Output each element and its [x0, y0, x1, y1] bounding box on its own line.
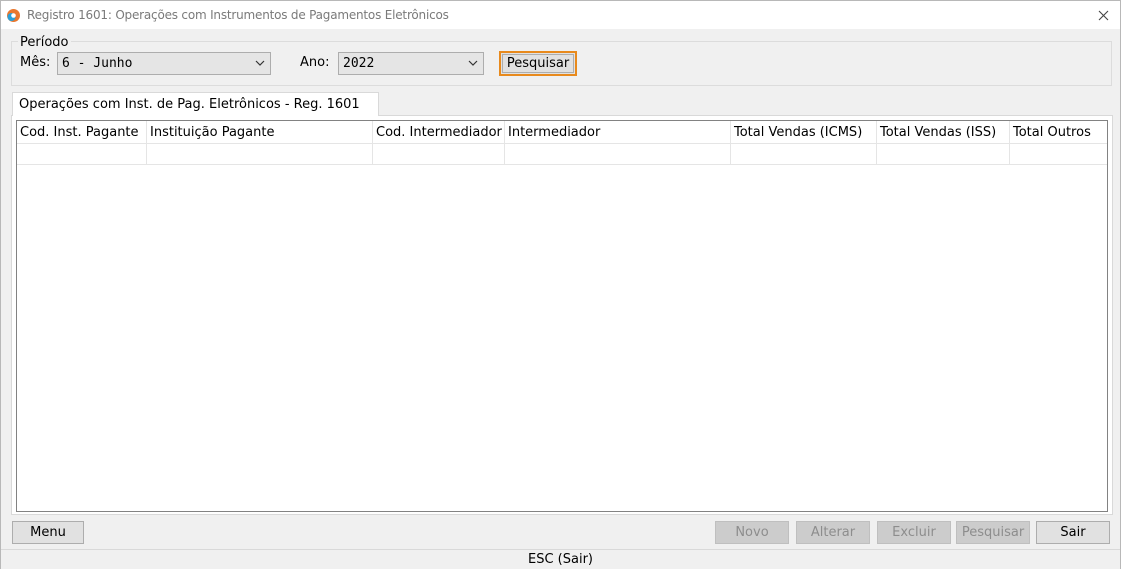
ano-label: Ano:: [300, 55, 330, 70]
excluir-button[interactable]: Excluir: [877, 521, 951, 544]
tab-panel: Cod. Inst. Pagante Instituição Pagante C…: [11, 115, 1113, 515]
ano-select-value: 2022: [343, 56, 375, 71]
column-header-cod-intermediador[interactable]: Cod. Intermediador: [373, 121, 505, 143]
mes-select[interactable]: 6 - Junho: [57, 52, 271, 75]
ano-select[interactable]: 2022: [338, 52, 484, 75]
column-header-intermediador[interactable]: Intermediador: [505, 121, 731, 143]
status-text: ESC (Sair): [528, 552, 593, 567]
sair-button[interactable]: Sair: [1036, 521, 1110, 544]
window-title: Registro 1601: Operações com Instrumento…: [27, 8, 449, 22]
tab-label: Operações com Inst. de Pag. Eletrônicos …: [19, 97, 360, 112]
chevron-down-icon: [255, 60, 265, 66]
alterar-button[interactable]: Alterar: [796, 521, 870, 544]
table-cell[interactable]: [877, 144, 1010, 164]
periodo-legend: Período: [18, 35, 71, 50]
focus-inner-border: [502, 54, 574, 73]
client-area: Período Mês: 6 - Junho Ano: 2022 Pesquis…: [1, 29, 1120, 569]
column-header-total-vendas-icms[interactable]: Total Vendas (ICMS): [731, 121, 877, 143]
table-cell[interactable]: [17, 144, 147, 164]
grid-header: Cod. Inst. Pagante Instituição Pagante C…: [17, 121, 1107, 144]
close-icon: [1098, 10, 1108, 20]
menu-button[interactable]: Menu: [12, 521, 84, 544]
table-cell[interactable]: [147, 144, 373, 164]
mes-label: Mês:: [20, 55, 51, 70]
pesquisar-button[interactable]: Pesquisar: [956, 521, 1030, 544]
chevron-down-icon: [468, 60, 478, 66]
periodo-search-button[interactable]: Pesquisar: [499, 51, 577, 76]
column-header-total-vendas-iss[interactable]: Total Vendas (ISS): [877, 121, 1010, 143]
app-logo-icon: [7, 9, 20, 22]
table-cell[interactable]: [731, 144, 877, 164]
close-button[interactable]: [1086, 1, 1120, 29]
novo-button[interactable]: Novo: [715, 521, 789, 544]
main-window: Registro 1601: Operações com Instrumento…: [0, 0, 1121, 569]
table-cell[interactable]: [373, 144, 505, 164]
column-header-instituicao-pagante[interactable]: Instituição Pagante: [147, 121, 373, 143]
table-row[interactable]: [17, 144, 1107, 165]
table-cell[interactable]: [1010, 144, 1107, 164]
title-bar[interactable]: Registro 1601: Operações com Instrumento…: [1, 1, 1120, 29]
data-grid[interactable]: Cod. Inst. Pagante Instituição Pagante C…: [16, 120, 1108, 512]
tab-reg-1601[interactable]: Operações com Inst. de Pag. Eletrônicos …: [12, 92, 379, 116]
table-cell[interactable]: [505, 144, 731, 164]
periodo-group: Período Mês: 6 - Junho Ano: 2022 Pesquis…: [11, 35, 1112, 86]
column-header-cod-inst-pagante[interactable]: Cod. Inst. Pagante: [17, 121, 147, 143]
status-bar: ESC (Sair): [1, 549, 1120, 569]
mes-select-value: 6 - Junho: [62, 56, 133, 71]
column-header-total-outros[interactable]: Total Outros: [1010, 121, 1107, 143]
